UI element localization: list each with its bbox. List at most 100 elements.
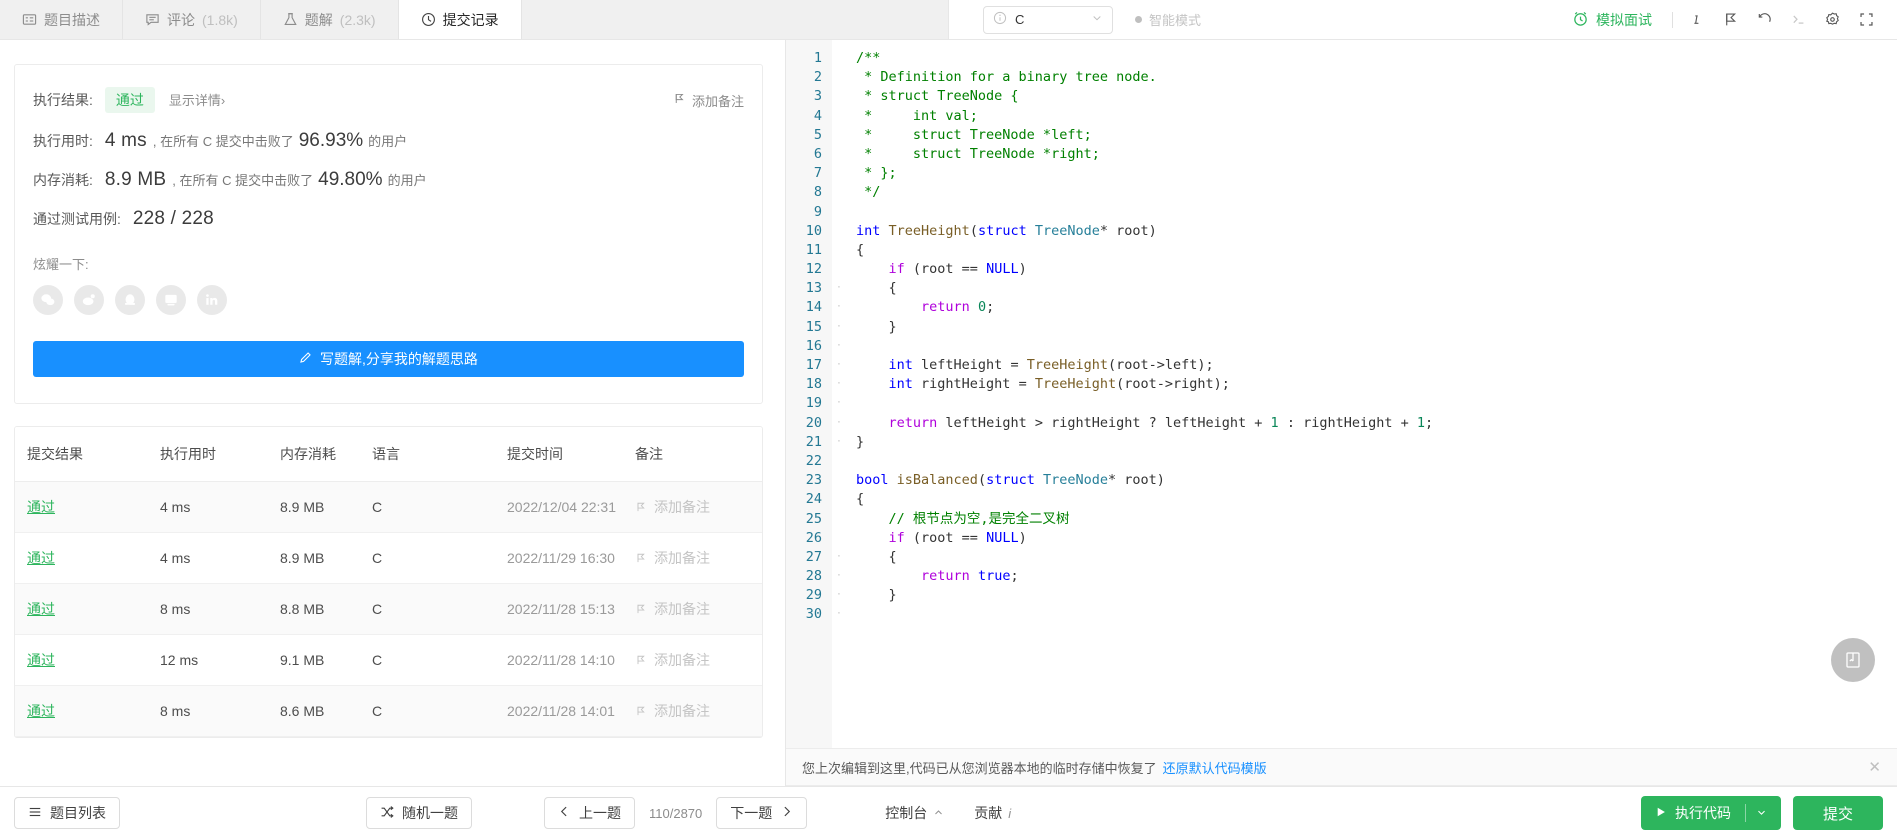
table-row[interactable]: 通过 12 ms 9.1 MB C 2022/11/28 14:10 添加备注 [15, 634, 762, 686]
douban-icon[interactable] [156, 285, 186, 315]
write-solution-button[interactable]: 写题解,分享我的解题思路 [33, 341, 744, 377]
language-select[interactable]: C [983, 5, 1113, 34]
row-status-link[interactable]: 通过 [27, 601, 55, 617]
code-editor[interactable]: 1 2 3 4 5 6 7 8 9 10 11 12 13 14 15 16 17 18 19 20 21 22 23 24 2… [786, 40, 1897, 748]
contribute-button[interactable]: 贡献 i [974, 803, 1011, 823]
row-language: C [372, 481, 507, 533]
th-time: 提交时间 [507, 427, 635, 482]
row-time: 2022/11/29 16:30 [507, 532, 635, 584]
runtime-label: 执行用时: [33, 133, 93, 149]
chevron-down-icon [1091, 12, 1103, 27]
tab-description[interactable]: 题目描述 [0, 0, 123, 39]
qq-icon[interactable] [115, 285, 145, 315]
info-circle-icon [993, 11, 1007, 28]
info-icon[interactable] [1679, 3, 1713, 37]
row-language: C [372, 634, 507, 686]
console-icon[interactable] [1781, 3, 1815, 37]
settings-icon[interactable] [1815, 3, 1849, 37]
row-memory: 9.1 MB [280, 634, 372, 686]
smart-mode-toggle[interactable]: 智能模式 [1135, 10, 1201, 29]
row-status-link[interactable]: 通过 [27, 550, 55, 566]
chevron-left-icon [558, 805, 571, 821]
flag-icon[interactable] [1713, 3, 1747, 37]
th-memory: 内存消耗 [280, 427, 372, 482]
row-status-link[interactable]: 通过 [27, 499, 55, 515]
row-time: 2022/11/28 15:13 [507, 583, 635, 635]
th-status: 提交结果 [15, 427, 160, 482]
next-problem-button[interactable]: 下一题 [716, 797, 808, 829]
table-header-row: 提交结果 执行用时 内存消耗 语言 提交时间 备注 [15, 427, 762, 482]
runtime-suffix: 的用户 [368, 134, 408, 149]
mock-interview-button[interactable]: 模拟面试 [1572, 10, 1666, 30]
table-row[interactable]: 通过 4 ms 8.9 MB C 2022/12/04 22:31 添加备注 [15, 481, 762, 533]
th-note: 备注 [635, 427, 762, 482]
console-toggle[interactable]: 控制台 [885, 803, 944, 823]
app-root: 题目描述 评论 (1.8k) 题解 (2.3k) 提交记录 C 智能模式 模拟面… [0, 0, 1897, 839]
problem-list-button[interactable]: 题目列表 [14, 797, 120, 829]
tab-comments[interactable]: 评论 (1.8k) [123, 0, 261, 39]
row-memory: 8.6 MB [280, 685, 372, 737]
row-add-note-button[interactable]: 添加备注 [635, 701, 762, 721]
tab-submissions[interactable]: 提交记录 [398, 0, 522, 39]
table-row[interactable]: 通过 8 ms 8.6 MB C 2022/11/28 14:01 添加备注 [15, 685, 762, 737]
row-language: C [372, 532, 507, 584]
add-note-button[interactable]: 添加备注 [673, 91, 744, 110]
run-code-label: 执行代码 [1674, 805, 1731, 821]
close-icon[interactable]: ✕ [1868, 758, 1881, 776]
row-add-note-button[interactable]: 添加备注 [635, 548, 762, 568]
chevron-right-icon: › [220, 93, 226, 108]
runtime-row: 执行用时: 4 ms , 在所有 C 提交中击败了 96.93% 的用户 [33, 130, 744, 152]
chevron-down-icon[interactable] [1756, 805, 1767, 821]
mock-interview-label: 模拟面试 [1596, 11, 1652, 28]
random-problem-button[interactable]: 随机一题 [366, 797, 472, 829]
memory-suffix: 的用户 [387, 173, 427, 188]
testcases-value: 228 / 228 [132, 208, 214, 229]
row-status-link[interactable]: 通过 [27, 652, 55, 668]
fullscreen-icon[interactable] [1849, 3, 1883, 37]
runtime-value: 4 ms [104, 130, 147, 151]
code-lines: /** * Definition for a binary tree node.… [856, 50, 1434, 604]
share-label: 炫耀一下: [33, 257, 89, 272]
th-language: 语言 [372, 427, 507, 482]
row-runtime: 8 ms [160, 685, 280, 737]
row-add-note-button[interactable]: 添加备注 [635, 650, 762, 670]
submit-button[interactable]: 提交 [1792, 796, 1883, 830]
row-runtime: 4 ms [160, 481, 280, 533]
bottom-bar: 题目列表 随机一题 上一题 110/2870 下一题 控制台 贡献 i 执行代码… [0, 786, 1897, 839]
row-time: 2022/11/28 14:10 [507, 634, 635, 686]
run-code-button[interactable]: 执行代码 [1640, 796, 1781, 830]
show-detail-link[interactable]: 显示详情› [169, 90, 225, 109]
table-row[interactable]: 通过 8 ms 8.8 MB C 2022/11/28 15:13 添加备注 [15, 583, 762, 635]
row-status-link[interactable]: 通过 [27, 703, 55, 719]
row-runtime: 4 ms [160, 532, 280, 584]
row-add-note-button[interactable]: 添加备注 [635, 599, 762, 619]
tab-solutions[interactable]: 题解 (2.3k) [261, 0, 399, 39]
restore-template-link[interactable]: 还原默认代码模版 [1163, 758, 1267, 777]
toolbar-actions: 模拟面试 [1572, 3, 1883, 37]
submissions-panel: 执行结果: 通过 显示详情› 添加备注 执行用时: 4 ms , 在所有 C 提… [0, 40, 786, 786]
add-note-label: 添加备注 [691, 93, 744, 109]
notice-text: 您上次编辑到这里,代码已从您浏览器本地的临时存储中恢复了 [802, 760, 1157, 776]
prev-problem-button[interactable]: 上一题 [544, 797, 635, 829]
caret-up-icon [933, 805, 944, 821]
list-icon [28, 805, 42, 822]
wechat-icon[interactable] [33, 285, 63, 315]
status-dot-icon [1135, 16, 1142, 23]
share-icon-list [33, 285, 744, 315]
table-row[interactable]: 通过 4 ms 8.9 MB C 2022/11/29 16:30 添加备注 [15, 532, 762, 584]
row-note-label: 添加备注 [654, 550, 710, 566]
tab-count: (1.8k) [202, 11, 238, 28]
info-italic-icon: i [1008, 805, 1012, 821]
notebook-float-button[interactable] [1831, 638, 1875, 682]
toolbar-divider [1672, 11, 1673, 28]
row-note-label: 添加备注 [654, 601, 710, 617]
runtime-percentile: 96.93% [298, 130, 364, 151]
row-language: C [372, 583, 507, 635]
row-add-note-button[interactable]: 添加备注 [635, 497, 762, 517]
row-runtime: 8 ms [160, 583, 280, 635]
main-body: 执行结果: 通过 显示详情› 添加备注 执行用时: 4 ms , 在所有 C 提… [0, 40, 1897, 786]
weibo-icon[interactable] [74, 285, 104, 315]
undo-icon[interactable] [1747, 3, 1781, 37]
linkedin-icon[interactable] [197, 285, 227, 315]
row-time: 2022/12/04 22:31 [507, 481, 635, 533]
